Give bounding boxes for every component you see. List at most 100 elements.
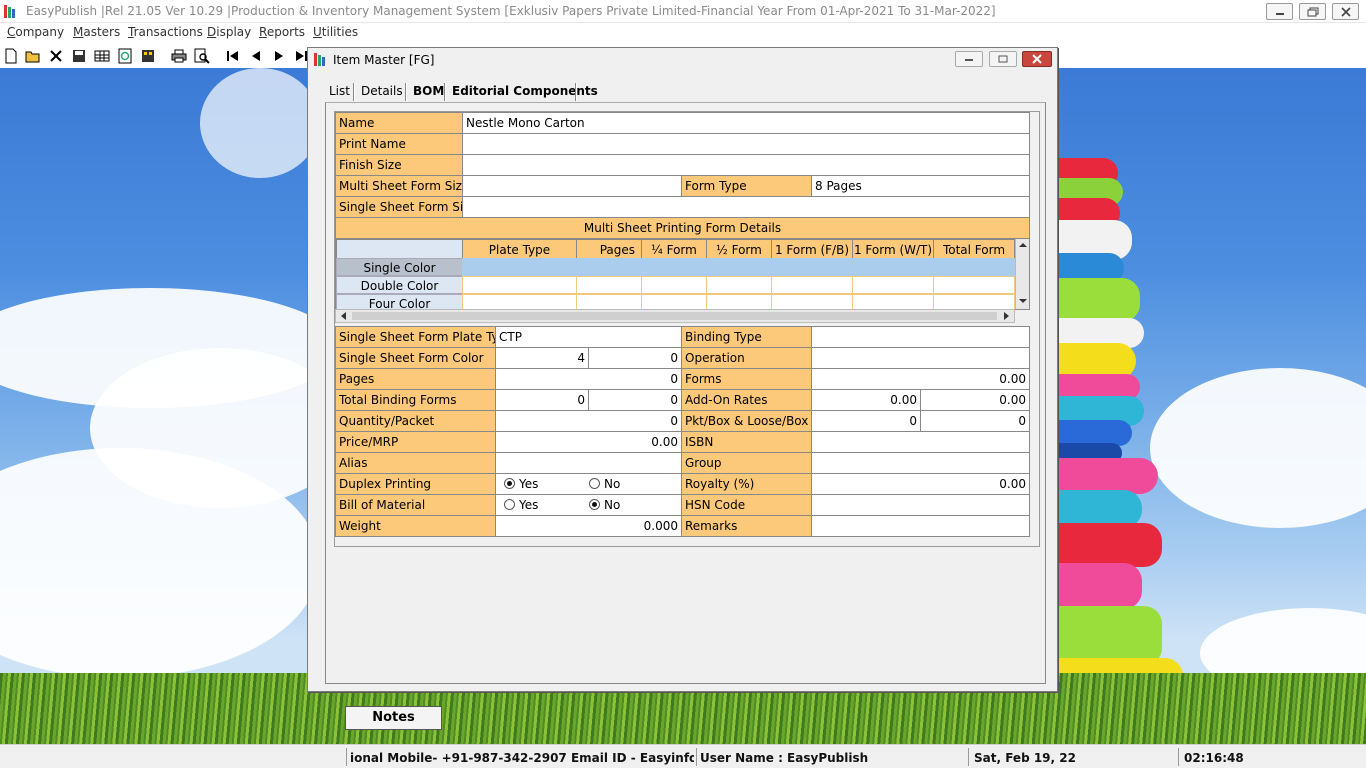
printing-form-grid[interactable]: Plate Type Pages ¼ Form ½ Form 1 Form (F… <box>335 238 1030 312</box>
dialog-app-icon <box>314 53 325 66</box>
refresh-icon <box>118 48 132 64</box>
pkt-box-input-2[interactable]: 0 <box>920 410 1030 432</box>
add-on-rates-input-1[interactable]: 0.00 <box>811 389 921 411</box>
pages-input[interactable]: 0 <box>495 368 682 390</box>
ss-color-input-2[interactable]: 0 <box>588 347 682 369</box>
dialog-minimize-button[interactable] <box>955 51 983 67</box>
bom-yes-radio[interactable]: Yes <box>504 498 538 512</box>
price-mrp-input[interactable]: 0.00 <box>495 431 682 453</box>
previous-record-button[interactable] <box>248 48 264 64</box>
minimize-button[interactable] <box>1266 3 1293 20</box>
menu-masters[interactable]: Masters <box>73 25 120 39</box>
pages-label: Pages <box>335 368 496 390</box>
print-button[interactable] <box>171 48 187 64</box>
delete-icon <box>50 50 62 62</box>
grid-cell[interactable] <box>706 276 772 294</box>
form-type-select[interactable]: 8 Pages <box>811 175 1030 197</box>
previous-icon <box>252 51 260 61</box>
ss-plate-type-input[interactable]: CTP <box>495 326 682 348</box>
add-on-rates-input-2[interactable]: 0.00 <box>920 389 1030 411</box>
delete-button[interactable] <box>48 48 64 64</box>
scroll-up-icon[interactable] <box>1016 239 1030 251</box>
restore-icon <box>1307 7 1318 16</box>
menu-reports[interactable]: Reports <box>259 25 305 39</box>
restore-button[interactable] <box>1299 3 1326 20</box>
new-button[interactable] <box>3 48 19 64</box>
scroll-thumb[interactable] <box>352 312 997 320</box>
grid-cell[interactable] <box>933 276 1015 294</box>
multi-sheet-size-input[interactable] <box>462 175 682 197</box>
total-binding-forms-label: Total Binding Forms <box>335 389 496 411</box>
single-sheet-size-label: Single Sheet Form Size <box>335 196 463 218</box>
first-record-button[interactable] <box>225 48 241 64</box>
bom-no-radio[interactable]: No <box>589 498 620 512</box>
menu-utilities[interactable]: Utilities <box>313 25 358 39</box>
grid-horizontal-scrollbar[interactable] <box>335 309 1015 323</box>
ss-color-input-1[interactable]: 4 <box>495 347 589 369</box>
tab-bom[interactable]: BOM <box>413 84 444 98</box>
dialog-close-button[interactable] <box>1022 51 1052 67</box>
status-user: User Name : EasyPublish <box>700 751 869 765</box>
close-button[interactable] <box>1332 3 1359 20</box>
hsn-code-input[interactable] <box>811 494 1030 516</box>
forms-input[interactable]: 0.00 <box>811 368 1030 390</box>
menu-transactions[interactable]: Transactions <box>128 25 203 39</box>
grid-title: Multi Sheet Printing Form Details <box>335 217 1030 239</box>
finish-size-input[interactable] <box>462 154 1030 176</box>
royalty-input[interactable]: 0.00 <box>811 473 1030 495</box>
single-sheet-size-input[interactable] <box>462 196 1030 218</box>
quantity-packet-label: Quantity/Packet <box>335 410 496 432</box>
menu-display[interactable]: Display <box>207 25 251 39</box>
group-label: Group <box>681 452 812 474</box>
grid-row-single-color[interactable]: Single Color <box>336 258 463 276</box>
grid-cell[interactable] <box>852 276 934 294</box>
calculator-button[interactable] <box>140 48 156 64</box>
dialog-titlebar[interactable]: Item Master [FG] <box>308 48 1057 71</box>
grid-col-form-wt: 1 Form (W/T) <box>852 239 934 259</box>
grid-vertical-scrollbar[interactable] <box>1015 239 1029 309</box>
print-name-input[interactable] <box>462 133 1030 155</box>
dialog-restore-button[interactable] <box>989 51 1017 67</box>
open-button[interactable] <box>25 48 41 64</box>
print-preview-button[interactable] <box>194 48 210 64</box>
binding-type-input[interactable] <box>811 326 1030 348</box>
grid-cell[interactable] <box>641 276 707 294</box>
tab-list[interactable]: List <box>329 84 350 98</box>
total-binding-forms-input-2[interactable]: 0 <box>588 389 682 411</box>
scroll-down-icon[interactable] <box>1016 295 1030 307</box>
group-input[interactable] <box>811 452 1030 474</box>
notes-button[interactable]: Notes <box>345 706 442 730</box>
status-time: 02:16:48 <box>1184 751 1244 765</box>
menu-company[interactable]: Company <box>7 25 64 39</box>
next-record-button[interactable] <box>271 48 287 64</box>
weight-input[interactable]: 0.000 <box>495 515 682 537</box>
quantity-packet-input[interactable]: 0 <box>495 410 682 432</box>
details-panel: Name Nestle Mono Carton Print Name Finis… <box>325 102 1046 730</box>
scroll-right-icon[interactable] <box>1000 310 1012 322</box>
refresh-button[interactable] <box>117 48 133 64</box>
isbn-input[interactable] <box>811 431 1030 453</box>
cloud <box>200 68 320 178</box>
name-input[interactable]: Nestle Mono Carton <box>462 112 1030 134</box>
operation-input[interactable] <box>811 347 1030 369</box>
grid-button[interactable] <box>94 48 110 64</box>
save-button[interactable] <box>71 48 87 64</box>
pkt-box-input-1[interactable]: 0 <box>811 410 921 432</box>
grid-selected-row[interactable] <box>462 258 1015 276</box>
duplex-yes-radio[interactable]: Yes <box>504 477 538 491</box>
grid-cell[interactable] <box>462 276 577 294</box>
total-binding-forms-input-1[interactable]: 0 <box>495 389 589 411</box>
menu-bar: Company Masters Transactions Display Rep… <box>0 23 1366 44</box>
grid-row-double-color[interactable]: Double Color <box>336 276 463 294</box>
remarks-input[interactable] <box>811 515 1030 537</box>
alias-input[interactable] <box>495 452 682 474</box>
tab-details[interactable]: Details <box>361 84 403 98</box>
grid-cell[interactable] <box>771 276 853 294</box>
scroll-left-icon[interactable] <box>338 310 350 322</box>
grid-cell[interactable] <box>576 276 642 294</box>
book-stack-image <box>1058 158 1188 698</box>
bill-of-material-label: Bill of Material <box>335 494 496 516</box>
app-title: EasyPublish |Rel 21.05 Ver 10.29 |Produc… <box>26 4 996 18</box>
last-icon <box>296 51 307 61</box>
duplex-no-radio[interactable]: No <box>589 477 620 491</box>
